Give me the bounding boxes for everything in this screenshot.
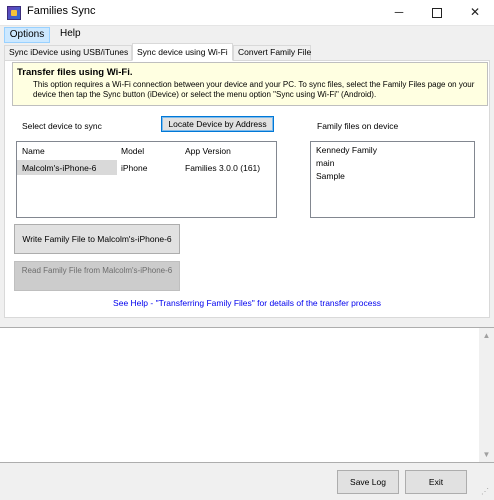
write-family-file-button[interactable]: Write Family File to Malcolm's-iPhone-6	[14, 224, 180, 254]
maximize-icon	[432, 7, 442, 18]
help-link[interactable]: See Help - "Transferring Family Files" f…	[0, 298, 494, 308]
device-version-cell[interactable]: Families 3.0.0 (161)	[185, 163, 260, 173]
log-scrollbar[interactable]	[479, 328, 494, 462]
family-files-label: Family files on device	[317, 121, 399, 131]
app-icon	[7, 6, 21, 20]
menu-help[interactable]: Help	[60, 28, 81, 39]
save-log-button[interactable]: Save Log	[337, 470, 399, 494]
log-textbox[interactable]	[0, 327, 494, 463]
scroll-up-icon[interactable]: ▲	[479, 328, 494, 343]
close-button[interactable]: ✕	[456, 0, 494, 26]
resize-grip-icon[interactable]: ⋰	[481, 487, 491, 497]
info-title: Transfer files using Wi-Fi.	[17, 67, 133, 78]
column-header-model[interactable]: Model	[121, 146, 144, 156]
column-header-app-version[interactable]: App Version	[185, 146, 231, 156]
tab-convert-family-file[interactable]: Convert Family File	[233, 45, 311, 60]
read-family-file-button[interactable]: Read Family File from Malcolm's-iPhone-6	[14, 261, 180, 291]
family-file-item[interactable]: Sample	[316, 171, 345, 181]
window-title: Families Sync	[27, 5, 96, 17]
locate-device-button[interactable]: Locate Device by Address	[161, 116, 274, 132]
family-file-item[interactable]: main	[316, 158, 334, 168]
select-device-label: Select device to sync	[22, 121, 102, 131]
device-name-cell[interactable]: Malcolm's-iPhone-6	[22, 163, 96, 173]
minimize-button[interactable]: ─	[380, 0, 418, 26]
tab-sync-usb[interactable]: Sync iDevice using USB/iTunes	[4, 45, 132, 60]
family-file-item[interactable]: Kennedy Family	[316, 145, 377, 155]
device-model-cell[interactable]: iPhone	[121, 163, 147, 173]
scroll-down-icon[interactable]: ▼	[479, 447, 494, 462]
maximize-button[interactable]	[418, 0, 456, 26]
column-header-name[interactable]: Name	[22, 146, 45, 156]
menu-options[interactable]: Options	[4, 27, 50, 43]
device-list[interactable]	[16, 141, 277, 218]
tab-sync-wifi[interactable]: Sync device using Wi-Fi	[132, 43, 233, 61]
exit-button[interactable]: Exit	[405, 470, 467, 494]
info-text: This option requires a Wi-Fi connection …	[33, 80, 475, 99]
